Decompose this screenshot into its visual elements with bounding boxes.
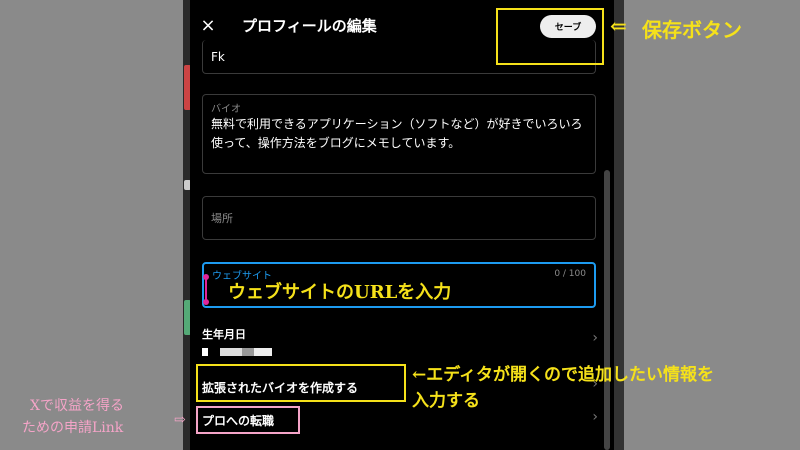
pro-note-line2: ための申請Link xyxy=(22,420,124,436)
bio-label: バイオ xyxy=(211,104,241,115)
cursor-bottom-dot xyxy=(203,299,209,305)
pro-arrow: ⇨ xyxy=(174,412,186,428)
birthday-label: 生年月日 xyxy=(202,328,246,341)
text-cursor xyxy=(205,278,207,300)
save-button-highlight xyxy=(496,8,604,65)
birthday-value xyxy=(202,348,272,356)
editor-note-line2: 入力する xyxy=(412,391,480,411)
bio-field[interactable]: バイオ 無料で利用できるアプリケーション（ソフトなど）が好きでいろいろ使って、操… xyxy=(202,94,596,174)
website-note: ウェブサイトのURLを入力 xyxy=(228,282,452,303)
save-arrow: ⇐ xyxy=(610,14,627,38)
location-label: 場所 xyxy=(211,212,233,225)
close-icon[interactable]: × xyxy=(198,14,218,38)
bio-value: 無料で利用できるアプリケーション（ソフトなど）が好きでいろいろ使って、操作方法を… xyxy=(211,117,583,150)
pro-link-highlight xyxy=(196,406,300,434)
save-button-note: 保存ボタン xyxy=(642,18,742,42)
chevron-right-icon: › xyxy=(592,330,598,346)
editor-note-line1: ←エディタが開くので追加したい情報を xyxy=(412,365,715,385)
location-field[interactable]: 場所 xyxy=(202,196,596,240)
scrollbar[interactable] xyxy=(604,170,610,450)
page-title: プロフィールの編集 xyxy=(242,17,377,35)
pro-note-line1: Xで収益を得る xyxy=(30,398,124,414)
chevron-right-icon: › xyxy=(592,409,598,425)
expanded-bio-highlight xyxy=(196,364,406,402)
name-value: Fk xyxy=(211,50,225,64)
website-counter: 0 / 100 xyxy=(554,269,586,279)
birthday-row[interactable]: 生年月日 › xyxy=(202,326,602,360)
